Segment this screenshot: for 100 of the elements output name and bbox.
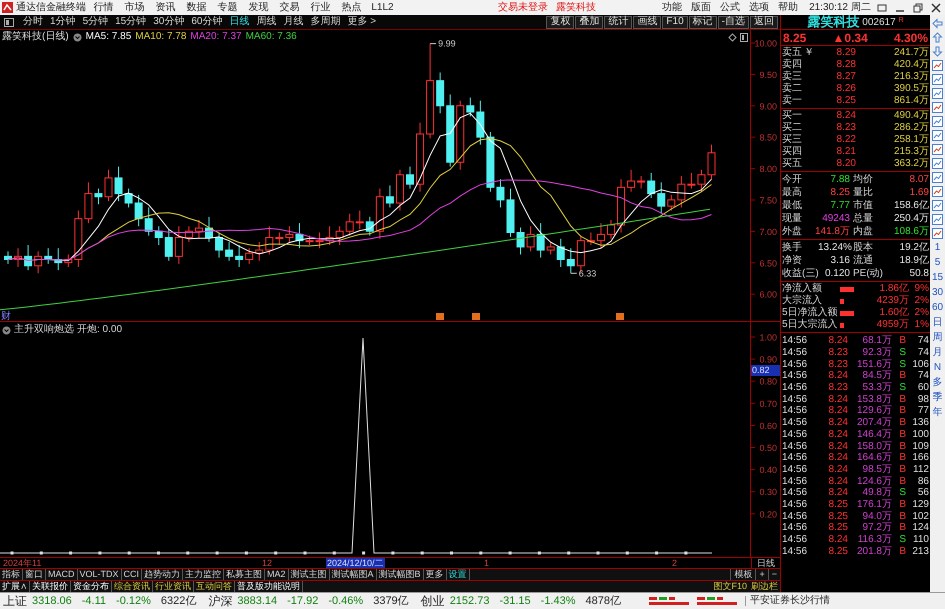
period-tab[interactable]: 60分钟 [188, 17, 226, 27]
menu-item[interactable]: 发现 [243, 2, 274, 12]
chart-icon[interactable] [932, 116, 943, 127]
period-shortcut[interactable]: 30 [932, 287, 944, 299]
chart-tool-button[interactable]: 复权 [546, 16, 574, 28]
period-shortcut[interactable]: 日 [932, 317, 942, 329]
chart-icon[interactable] [932, 158, 943, 169]
chart-icon[interactable] [932, 102, 943, 113]
candlestick [476, 100, 484, 146]
stat-value: 8.07 [908, 173, 929, 186]
menu-item[interactable]: 选项 [749, 2, 770, 12]
stock-name-link[interactable]: 露笑科技 [556, 2, 596, 12]
tick-price: 8.24 [828, 428, 848, 440]
arrow-up-icon[interactable] [932, 32, 943, 43]
period-tab[interactable]: 多周期 [308, 17, 344, 27]
tick-count: 56 [916, 487, 929, 498]
window-mode-icon[interactable] [877, 2, 887, 12]
menu-item[interactable]: 热点 [336, 2, 367, 12]
stat-label: 总量 [852, 212, 874, 225]
chart-icon[interactable] [932, 74, 943, 85]
candlestick [627, 169, 636, 192]
chart-tool-button[interactable]: -自选 [718, 16, 749, 28]
period-shortcut[interactable]: 多 [932, 377, 942, 389]
period-shortcut[interactable]: N [934, 362, 942, 374]
indicator-axis-label: 0.60 [759, 420, 777, 431]
chart-tool-button[interactable]: 叠加 [575, 16, 604, 28]
period-tab[interactable]: 5分钟 [80, 17, 112, 27]
period-shortcut[interactable]: 季 [932, 392, 942, 404]
period-tab[interactable]: 15分钟 [112, 17, 150, 27]
ask-volume: 861.4万 [892, 95, 929, 107]
chart-tool-button[interactable]: 标记 [688, 16, 717, 28]
menu-item[interactable]: 专题 [212, 2, 243, 12]
period-shortcut[interactable]: 15 [932, 272, 944, 284]
period-tab[interactable]: 更多 > [344, 17, 380, 27]
tick-count: 213 [911, 546, 929, 557]
menu-item[interactable]: 功能 [662, 2, 682, 12]
period-tab[interactable]: 30分钟 [150, 17, 188, 27]
chart-icon[interactable] [932, 200, 943, 211]
candlestick [566, 248, 575, 274]
chart-tool-button[interactable]: 返回 [750, 16, 778, 28]
chart-tool-button[interactable]: F10 [662, 16, 688, 28]
chart-tool-button[interactable]: 画线 [633, 16, 662, 28]
menu-item[interactable]: L1L2 [367, 2, 398, 12]
stat-value: 19.2亿 [898, 242, 929, 254]
candlestick [406, 166, 414, 190]
period-shortcut[interactable]: 1 [934, 242, 940, 254]
chart-icon[interactable] [932, 88, 943, 99]
menu-item[interactable]: 交易 [274, 2, 305, 12]
chart-icon[interactable] [932, 144, 943, 155]
f10-button[interactable]: 图文F10 [711, 581, 749, 592]
panel-toggle-icon[interactable] [740, 33, 748, 42]
price-axis-label: 10.00 [754, 38, 777, 48]
period-tab[interactable]: 1分钟 [47, 17, 79, 27]
period-shortcut[interactable]: 年 [932, 407, 942, 419]
chart-tool-button[interactable]: 统计 [604, 16, 632, 28]
arrow-left-icon[interactable] [932, 18, 943, 29]
ask-volume: 390.5万 [892, 83, 929, 95]
ask-price: 8.25 [836, 95, 856, 107]
candlestick [536, 222, 545, 258]
tick-price: 8.24 [828, 464, 848, 475]
tick-price: 8.24 [828, 370, 848, 382]
restore-icon[interactable] [913, 2, 923, 12]
period-tab[interactable]: 分时 [20, 17, 46, 27]
period-shortcut[interactable]: 月 [932, 347, 942, 359]
chart-icon[interactable] [932, 228, 943, 239]
menu-item[interactable]: 帮助 [778, 2, 798, 12]
panel-toggle-icon[interactable] [4, 18, 14, 26]
period-shortcut[interactable]: 60 [932, 302, 944, 314]
indicator-axis-label: 0.90 [759, 354, 777, 365]
trade-status-link[interactable]: 交易未登录 [498, 2, 548, 12]
tick-time: 14:56 [782, 358, 808, 370]
close-icon[interactable] [931, 2, 941, 12]
sidebar-toggle-button[interactable]: 刷边栏 [749, 581, 780, 592]
chart-icon[interactable] [932, 214, 943, 225]
chart-icon[interactable] [932, 60, 943, 71]
menu-item[interactable]: 行业 [305, 2, 336, 12]
menu-item[interactable]: 版面 [691, 2, 712, 12]
ask-label: 卖四 [782, 59, 803, 70]
menu-item[interactable]: 行情 [88, 2, 119, 12]
candlestick [667, 194, 676, 212]
chart-icon[interactable] [932, 186, 943, 197]
menu-item[interactable]: 市场 [119, 2, 150, 12]
chart-icon[interactable] [932, 130, 943, 141]
dropdown-circle-icon[interactable] [2, 326, 11, 334]
year-label: 2024年 [3, 558, 32, 568]
stat-value: 141.8万 [814, 225, 850, 238]
tick-volume: 151.6万 [856, 358, 892, 370]
menu-item[interactable]: 公式 [720, 2, 740, 12]
period-tab[interactable]: 月线 [280, 17, 306, 27]
menu-item[interactable]: 数据 [181, 2, 212, 12]
period-tab[interactable]: 日线 [226, 17, 252, 27]
arrow-down-icon[interactable] [932, 46, 943, 57]
period-shortcut[interactable]: 5 [934, 257, 940, 269]
menu-item[interactable]: 资讯 [150, 2, 181, 12]
period-tab[interactable]: 周线 [254, 17, 280, 27]
diamond-icon[interactable] [728, 33, 737, 42]
dropdown-circle-icon[interactable] [72, 32, 82, 42]
period-shortcut[interactable]: 周 [932, 332, 942, 344]
moving-average-value: MA10: 7.78 [135, 32, 186, 42]
chart-icon[interactable] [932, 172, 943, 183]
